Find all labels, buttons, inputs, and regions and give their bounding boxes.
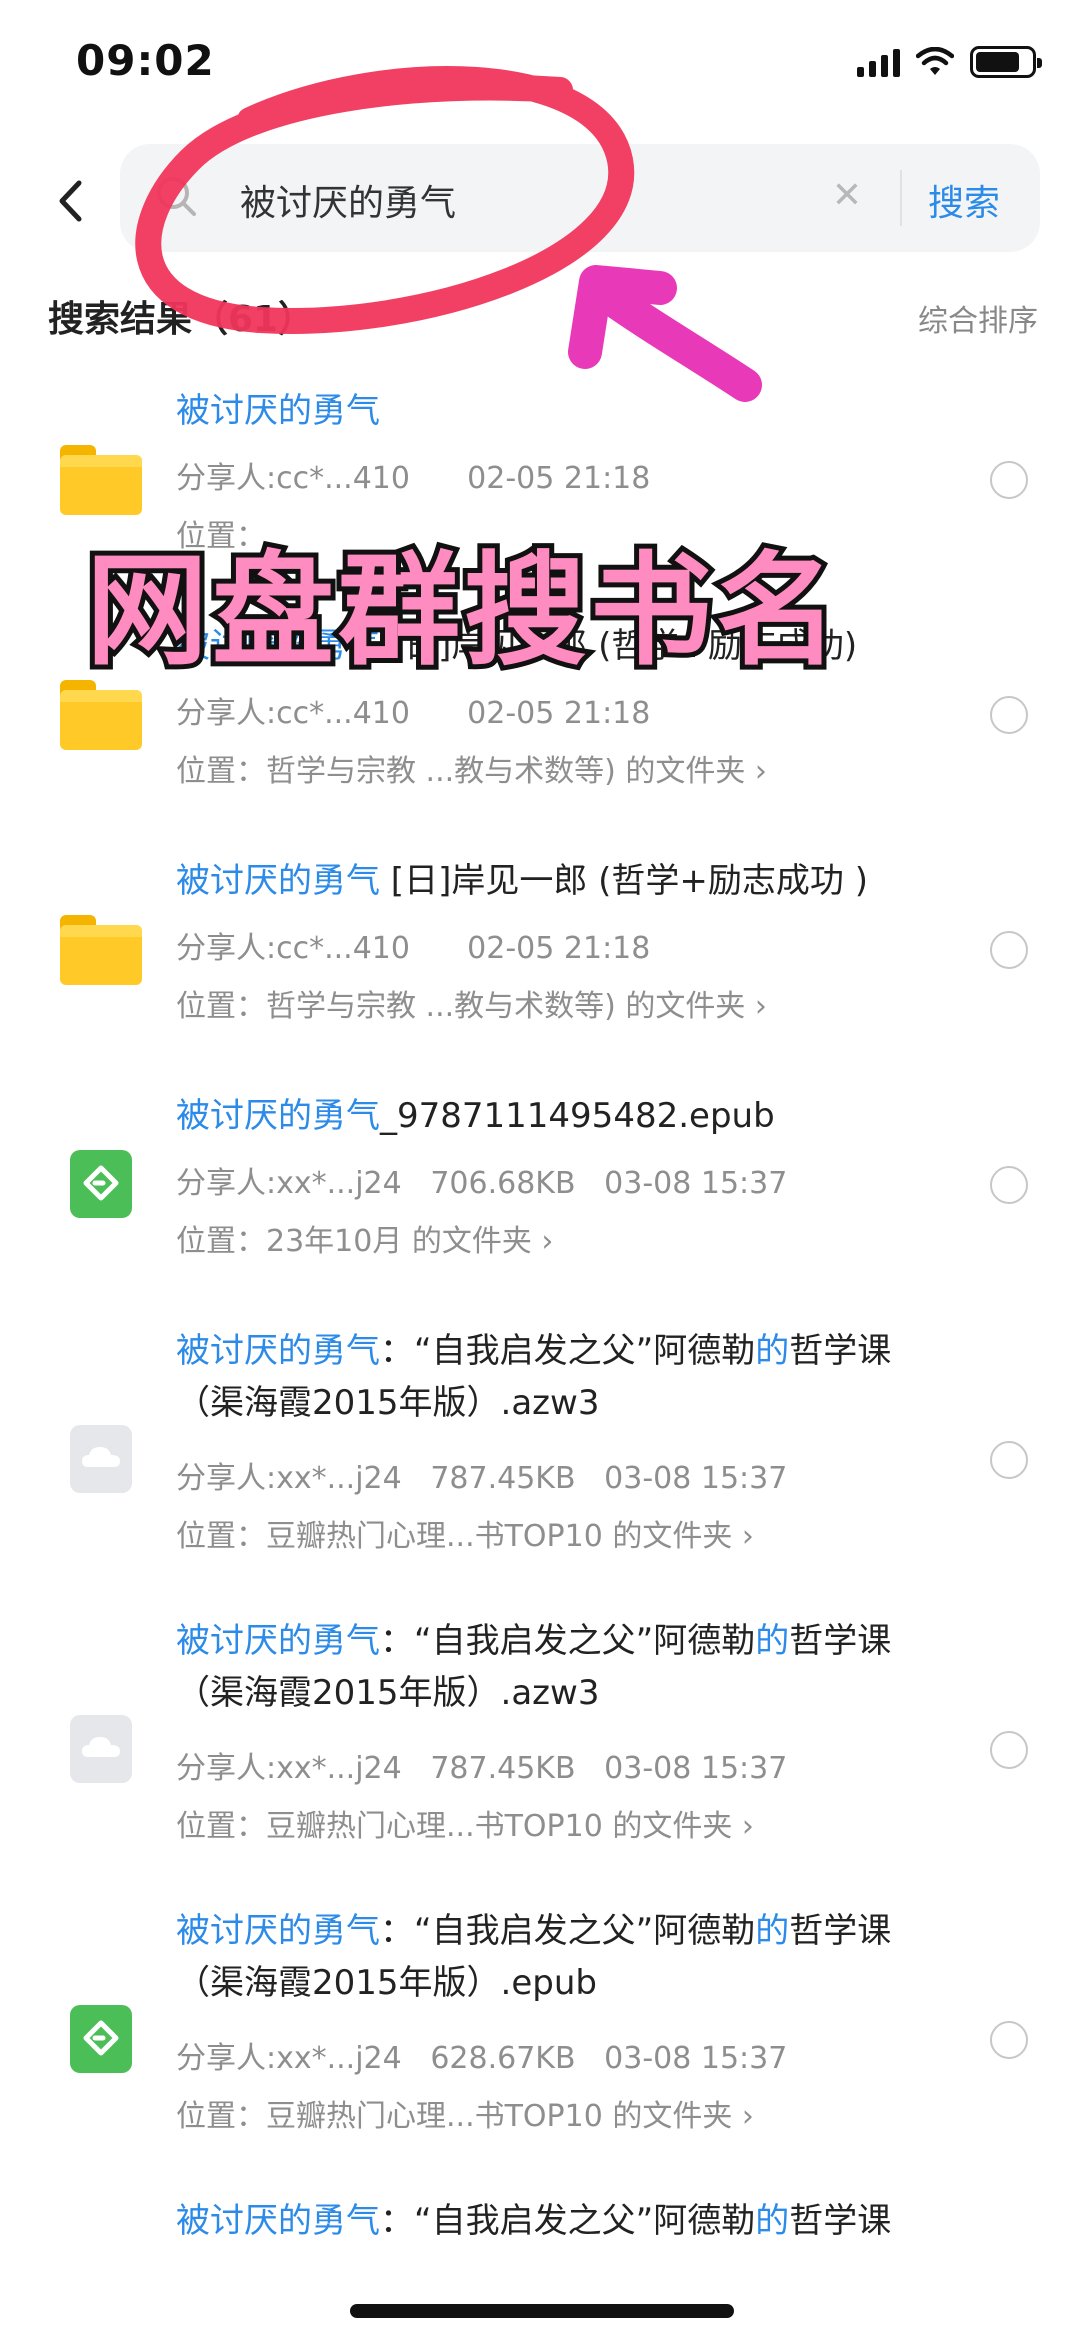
select-radio[interactable] [990,1166,1028,1204]
result-location-link[interactable]: 位置：豆瓣热门心理...书TOP10 的文件夹 › [176,1511,754,1555]
title-text: ：“自我启发之父”阿德勒 [380,2201,756,2241]
results-header: 搜索结果（61） 综合排序 [0,290,1080,350]
title-text: 哲学课 [789,1911,892,1951]
search-divider [900,170,902,226]
result-title[interactable]: 被讨厌的勇气_9787111495482.epub [176,1090,976,1142]
title-text: [日]岸见一郎 (哲学+励志成功 ) [380,861,868,901]
clear-search-button[interactable]: ✕ [822,174,872,218]
results-count-title: 搜索结果（61） [48,299,315,340]
title-text: _9787111495482.epub [380,1096,775,1136]
result-title[interactable]: 被讨厌的勇气：“自我启发之父”阿德勒的哲学课 （渠海霞2015年版）.azw3 [176,1615,976,1719]
title-highlight: 的 [755,1621,790,1661]
home-indicator [350,2304,734,2318]
select-radio[interactable] [990,931,1028,969]
result-meta: 分享人:cc*...410 02-05 21:18 [176,931,651,966]
result-title[interactable]: 被讨厌的勇气：“自我启发之父”阿德勒的哲学课 （渠海霞2015年版）.epub [176,1905,976,2009]
title-text: 哲学课 [789,2201,892,2241]
result-title[interactable]: 被讨厌的勇气 [日]岸见一郎 (哲学+励志成功 ) [176,855,976,907]
result-title[interactable]: 被讨厌的勇气 [176,385,976,437]
status-icons [857,46,1042,78]
cellular-signal-icon [857,47,900,77]
result-location-link[interactable]: 位置：23年10月 的文件夹 › [176,1216,553,1260]
result-meta: 分享人:xx*...j24 706.68KB 03-08 15:37 [176,1166,788,1201]
status-time: 09:02 [76,36,215,85]
epub-icon [70,2005,132,2073]
result-item[interactable]: 被讨厌的勇气 [日]岸见一郎 (哲学+励志成功 ) 分享人:cc*...410 0… [0,855,1080,1075]
title-text: ：“自我启发之父”阿德勒 [380,1911,756,1951]
cloud-icon [70,1715,132,1783]
cloud-icon [70,1425,132,1493]
folder-icon [60,680,142,750]
result-title[interactable]: 被讨厌的勇气：“自我启发之父”阿德勒的哲学课 [176,2195,976,2247]
search-box[interactable]: 被讨厌的勇气 ✕ 搜索 [120,144,1040,252]
select-radio[interactable] [990,2021,1028,2059]
search-header: 被讨厌的勇气 ✕ 搜索 [0,140,1080,260]
select-radio[interactable] [990,1441,1028,1479]
epub-icon [70,1150,132,1218]
title-line2: （渠海霞2015年版）.azw3 [176,1673,600,1713]
select-radio[interactable] [990,696,1028,734]
title-highlight: 被讨厌的勇气 [176,391,380,431]
folder-icon [60,915,142,985]
result-location-link[interactable]: 位置：豆瓣热门心理...书TOP10 的文件夹 › [176,2091,754,2135]
title-highlight: 的 [755,1911,790,1951]
result-title[interactable]: 被讨厌的勇气：“自我启发之父”阿德勒的哲学课 （渠海霞2015年版）.azw3 [176,1325,976,1429]
overlay-caption: 网盘群搜书名 [81,535,843,687]
select-radio[interactable] [990,1731,1028,1769]
result-meta: 分享人:cc*...410 02-05 21:18 [176,461,651,496]
title-highlight: 被讨厌的勇气 [176,861,380,901]
result-item[interactable]: 被讨厌的勇气：“自我启发之父”阿德勒的哲学课 （渠海霞2015年版）.azw3 分享… [0,1615,1080,1844]
result-location-link[interactable]: 位置：豆瓣热门心理...书TOP10 的文件夹 › [176,1801,754,1845]
result-meta: 分享人:xx*...j24 787.45KB 03-08 15:37 [176,1461,788,1496]
title-line2: （渠海霞2015年版）.epub [176,1963,597,2003]
chevron-left-icon [59,180,82,222]
search-submit-button[interactable]: 搜索 [928,174,1000,226]
title-line2: （渠海霞2015年版）.azw3 [176,1383,600,1423]
title-text: 哲学课 [789,1331,892,1371]
title-highlight: 被讨厌的勇气 [176,1911,380,1951]
back-button[interactable] [40,166,100,236]
title-text: ：“自我启发之父”阿德勒 [380,1331,756,1371]
search-input[interactable]: 被讨厌的勇气 [240,174,456,226]
title-highlight: 被讨厌的勇气 [176,1621,380,1661]
sort-button[interactable]: 综合排序 [918,296,1038,340]
result-meta: 分享人:cc*...410 02-05 21:18 [176,696,651,731]
title-highlight: 的 [755,2201,790,2241]
folder-icon [60,445,142,515]
search-icon [157,177,196,216]
select-radio[interactable] [990,461,1028,499]
result-item[interactable]: 被讨厌的勇气_9787111495482.epub 分享人:xx*...j24 7… [0,1090,1080,1310]
result-location-link[interactable]: 位置：哲学与宗教 ...教与术数等) 的文件夹 › [176,981,767,1025]
result-meta: 分享人:xx*...j24 787.45KB 03-08 15:37 [176,1751,788,1786]
result-item[interactable]: 被讨厌的勇气：“自我启发之父”阿德勒的哲学课 （渠海霞2015年版）.azw3 分享… [0,1325,1080,1554]
result-item[interactable]: 被讨厌的勇气：“自我启发之父”阿德勒的哲学课 [0,2195,1080,2340]
title-highlight: 被讨厌的勇气 [176,1096,380,1136]
title-highlight: 被讨厌的勇气 [176,2201,380,2241]
result-meta: 分享人:xx*...j24 628.67KB 03-08 15:37 [176,2041,788,2076]
result-item[interactable]: 被讨厌的勇气：“自我启发之父”阿德勒的哲学课 （渠海霞2015年版）.epub 分享… [0,1905,1080,2134]
status-bar: 09:02 [0,0,1080,130]
wifi-icon [916,47,954,75]
result-location-link[interactable]: 位置：哲学与宗教 ...教与术数等) 的文件夹 › [176,746,767,790]
title-text: 哲学课 [789,1621,892,1661]
title-highlight: 被讨厌的勇气 [176,1331,380,1371]
battery-icon [970,46,1042,78]
title-text: ：“自我启发之父”阿德勒 [380,1621,756,1661]
title-highlight: 的 [755,1331,790,1371]
